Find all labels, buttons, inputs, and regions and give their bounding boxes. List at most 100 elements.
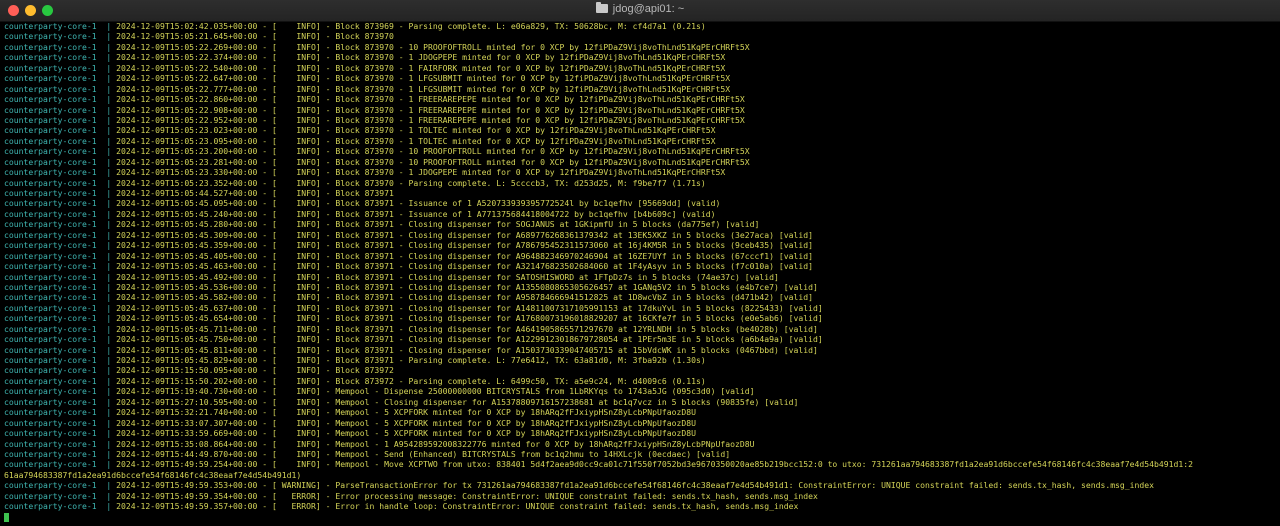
log-dash: - <box>320 125 336 136</box>
log-level: [ INFO] <box>272 407 321 418</box>
log-level: [ WARNING] <box>272 480 321 491</box>
log-body: 2024-12-09T15:49:59.354+00:00 - [ ERROR]… <box>116 491 818 501</box>
log-message: Block 873971 - Closing dispenser for SOG… <box>335 219 760 230</box>
log-message: Block 873971 - Parsing complete. L: 77e6… <box>335 355 706 365</box>
log-timestamp: 2024-12-09T15:05:22.952+00:00 <box>116 114 258 125</box>
log-line: counterparty-core-1 | 2024-12-09T15:05:4… <box>4 240 1280 250</box>
log-dash: - <box>257 21 273 31</box>
log-line: counterparty-core-1 | 2024-12-09T15:05:4… <box>4 209 1280 219</box>
log-service: counterparty-core-1 <box>4 355 97 365</box>
log-dash: - <box>320 281 336 292</box>
log-separator: | <box>96 62 117 73</box>
log-dash: - <box>257 198 273 209</box>
log-line: counterparty-core-1 | 2024-12-09T15:33:5… <box>4 428 1280 438</box>
log-dash: - <box>320 62 336 73</box>
log-service: counterparty-core-1 <box>4 313 97 324</box>
log-service: counterparty-core-1 <box>4 146 97 157</box>
log-body: 2024-12-09T15:05:45.095+00:00 - [ INFO] … <box>116 198 720 208</box>
log-service: counterparty-core-1 <box>4 104 97 115</box>
log-level: [ INFO] <box>272 62 321 73</box>
log-dash: - <box>320 344 336 355</box>
log-body: 2024-12-09T15:05:23.281+00:00 - [ INFO] … <box>116 157 750 167</box>
log-service: counterparty-core-1 <box>4 438 97 449</box>
log-line: counterparty-core-1 | 2024-12-09T15:05:4… <box>4 282 1280 292</box>
log-message: Error in handle loop: ConstraintError: U… <box>335 501 799 512</box>
log-separator: | <box>96 114 117 125</box>
log-separator: | <box>96 41 117 52</box>
log-line: counterparty-core-1 | 2024-12-09T15:05:2… <box>4 167 1280 177</box>
log-timestamp: 2024-12-09T15:33:59.669+00:00 <box>116 428 258 439</box>
log-level: [ INFO] <box>272 198 321 209</box>
log-level: [ INFO] <box>272 104 321 115</box>
log-dash: - <box>320 198 336 209</box>
log-dash: - <box>320 490 336 501</box>
log-service: counterparty-core-1 <box>4 448 97 459</box>
log-timestamp: 2024-12-09T15:05:45.405+00:00 <box>116 250 258 261</box>
log-dash: - <box>257 344 273 355</box>
log-body: 2024-12-09T15:05:45.240+00:00 - [ INFO] … <box>116 209 715 219</box>
log-message: Block 873971 - Issuance of 1 A7713756844… <box>335 208 716 219</box>
log-dash: - <box>257 125 273 136</box>
log-dash: - <box>257 94 273 105</box>
log-line: counterparty-core-1 | 2024-12-09T15:05:2… <box>4 105 1280 115</box>
log-line: counterparty-core-1 | 2024-12-09T15:33:0… <box>4 418 1280 428</box>
log-message: Mempool - Dispense 25000000000 BITCRYSTA… <box>335 386 755 397</box>
log-separator: | <box>96 250 117 261</box>
log-dash: - <box>320 438 336 449</box>
log-dash: - <box>320 167 336 178</box>
log-message: Block 873969 - Parsing complete. L: e06a… <box>335 21 706 31</box>
log-dash: - <box>257 73 273 84</box>
log-dash: - <box>320 271 336 282</box>
log-level: [ INFO] <box>272 334 321 345</box>
log-timestamp: 2024-12-09T15:05:45.240+00:00 <box>116 208 258 219</box>
log-level: [ INFO] <box>272 417 321 428</box>
log-service: counterparty-core-1 <box>4 135 97 146</box>
log-dash: - <box>257 480 273 491</box>
log-dash: - <box>257 31 273 42</box>
log-level: [ INFO] <box>272 396 321 407</box>
log-separator: | <box>96 281 117 292</box>
log-service: counterparty-core-1 <box>4 396 97 407</box>
log-dash: - <box>320 188 336 198</box>
log-wrap-text: 61aa794683387fd1a2ea91d6bccefe54f68146fc… <box>4 469 302 480</box>
log-message: Block 873970 - 1 TOLTEC minted for 0 XCP… <box>335 135 716 146</box>
log-timestamp: 2024-12-09T15:35:08.864+00:00 <box>116 438 258 449</box>
terminal-output[interactable]: counterparty-core-1 | 2024-12-09T15:02:4… <box>4 21 1280 526</box>
log-level: [ INFO] <box>272 313 321 324</box>
log-line: 61aa794683387fd1a2ea91d6bccefe54f68146fc… <box>4 470 1280 480</box>
log-separator: | <box>96 344 117 355</box>
log-timestamp: 2024-12-09T15:44:49.870+00:00 <box>116 448 258 459</box>
log-message: Mempool - 5 XCPFORK minted for 0 XCP by … <box>335 417 696 428</box>
log-dash: - <box>257 417 273 428</box>
log-level: [ INFO] <box>272 355 321 365</box>
log-message: Block 873971 - Closing dispenser for A68… <box>335 229 813 240</box>
log-dash: - <box>320 114 336 125</box>
log-level: [ INFO] <box>272 156 321 167</box>
log-service: counterparty-core-1 <box>4 208 97 219</box>
log-dash: - <box>320 41 336 52</box>
log-service: counterparty-core-1 <box>4 240 97 251</box>
log-body: 2024-12-09T15:05:22.374+00:00 - [ INFO] … <box>116 52 725 62</box>
log-dash: - <box>257 323 273 334</box>
log-dash: - <box>320 21 336 31</box>
log-dash: - <box>320 313 336 324</box>
log-timestamp: 2024-12-09T15:05:22.860+00:00 <box>116 94 258 105</box>
log-message: Block 873970 - 1 TOLTEC minted for 0 XCP… <box>335 125 716 136</box>
log-separator: | <box>96 271 117 282</box>
log-service: counterparty-core-1 <box>4 177 97 188</box>
log-service: counterparty-core-1 <box>4 198 97 209</box>
log-line: counterparty-core-1 | 2024-12-09T15:05:4… <box>4 272 1280 282</box>
log-service: counterparty-core-1 <box>4 428 97 439</box>
log-message: Block 873971 - Closing dispenser for A95… <box>335 292 813 303</box>
log-separator: | <box>96 135 117 146</box>
log-dash: - <box>257 41 273 52</box>
log-service: counterparty-core-1 <box>4 365 97 376</box>
log-line: counterparty-core-1 | 2024-12-09T15:44:4… <box>4 449 1280 459</box>
log-level: [ INFO] <box>272 114 321 125</box>
log-body: 2024-12-09T15:05:22.540+00:00 - [ INFO] … <box>116 63 725 73</box>
log-message: Block 873970 - 1 FREERAREPEPE minted for… <box>335 104 745 115</box>
log-dash: - <box>320 323 336 334</box>
log-message: Block 873971 - Closing dispenser for A15… <box>335 344 818 355</box>
log-dash: - <box>320 240 336 251</box>
log-timestamp: 2024-12-09T15:05:45.637+00:00 <box>116 302 258 313</box>
